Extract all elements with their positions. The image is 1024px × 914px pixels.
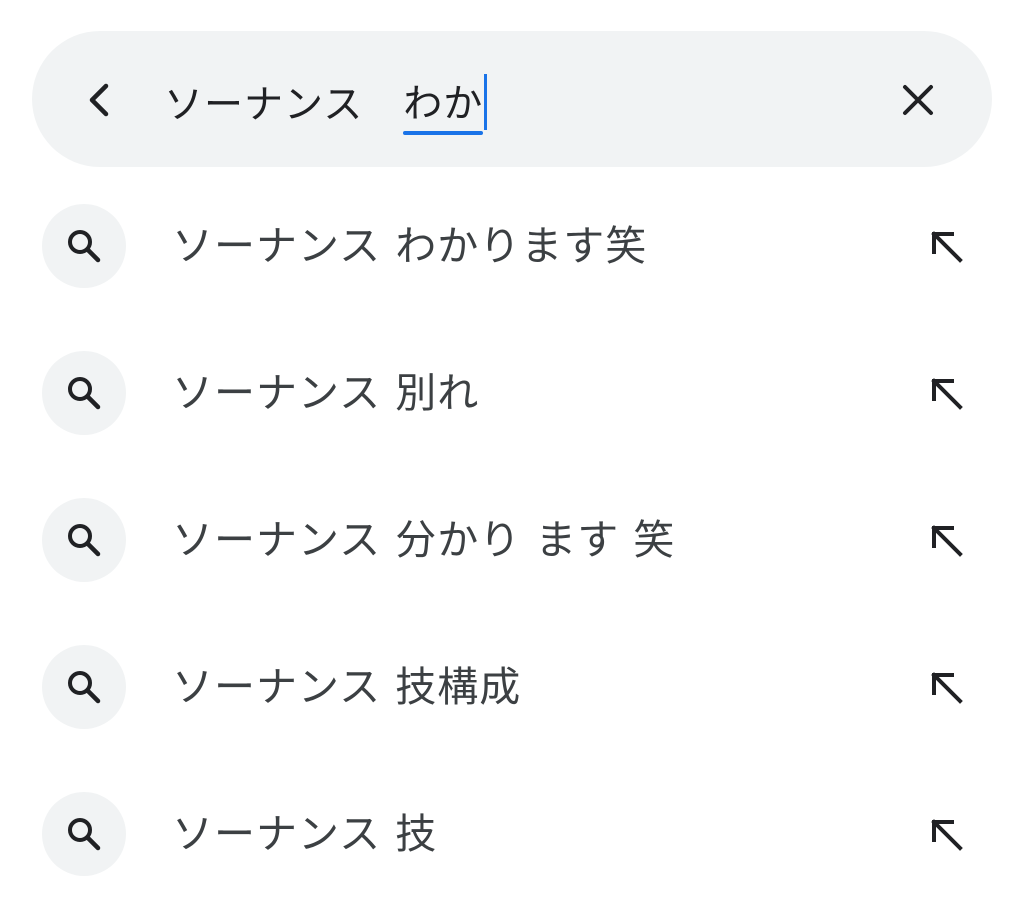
chevron-left-icon [89, 83, 109, 117]
suggestion-text: ソーナンス 技 [172, 810, 438, 858]
search-input[interactable]: ソーナンス わか [164, 73, 488, 135]
search-icon [42, 498, 126, 582]
suggestion-item[interactable]: ソーナンス 技 [0, 788, 1024, 888]
suggestion-item[interactable]: ソーナンス 技構成 [0, 641, 1024, 741]
search-icon [42, 792, 126, 876]
close-icon [903, 85, 933, 115]
suggestion-item[interactable]: ソーナンス 別れ [0, 347, 1024, 447]
arrow-up-left-icon[interactable] [920, 806, 972, 862]
suggestion-item[interactable]: ソーナンス 分かり ます 笑 [0, 494, 1024, 594]
search-icon [42, 204, 126, 288]
arrow-up-left-icon[interactable] [920, 218, 972, 274]
text-caret [484, 74, 488, 130]
search-icon [42, 645, 126, 729]
arrow-up-left-icon[interactable] [920, 365, 972, 421]
search-suggestions-page: ソーナンス わか ソーナンス わかります笑 ソーナンス 別れ ソーナンス 分かり… [0, 0, 1024, 914]
suggestion-item[interactable]: ソーナンス わかります笑 [0, 200, 1024, 300]
clear-button[interactable] [890, 72, 946, 128]
arrow-up-left-icon[interactable] [920, 659, 972, 715]
suggestion-text: ソーナンス 分かり ます 笑 [172, 516, 676, 564]
search-query-committed: ソーナンス [164, 83, 404, 128]
arrow-up-left-icon[interactable] [920, 512, 972, 568]
search-icon [42, 351, 126, 435]
suggestion-text: ソーナンス 別れ [172, 369, 480, 417]
suggestion-text: ソーナンス 技構成 [172, 663, 522, 711]
suggestion-text: ソーナンス わかります笑 [172, 222, 648, 270]
search-query-composing: わか [403, 73, 484, 135]
back-button[interactable] [70, 70, 130, 130]
